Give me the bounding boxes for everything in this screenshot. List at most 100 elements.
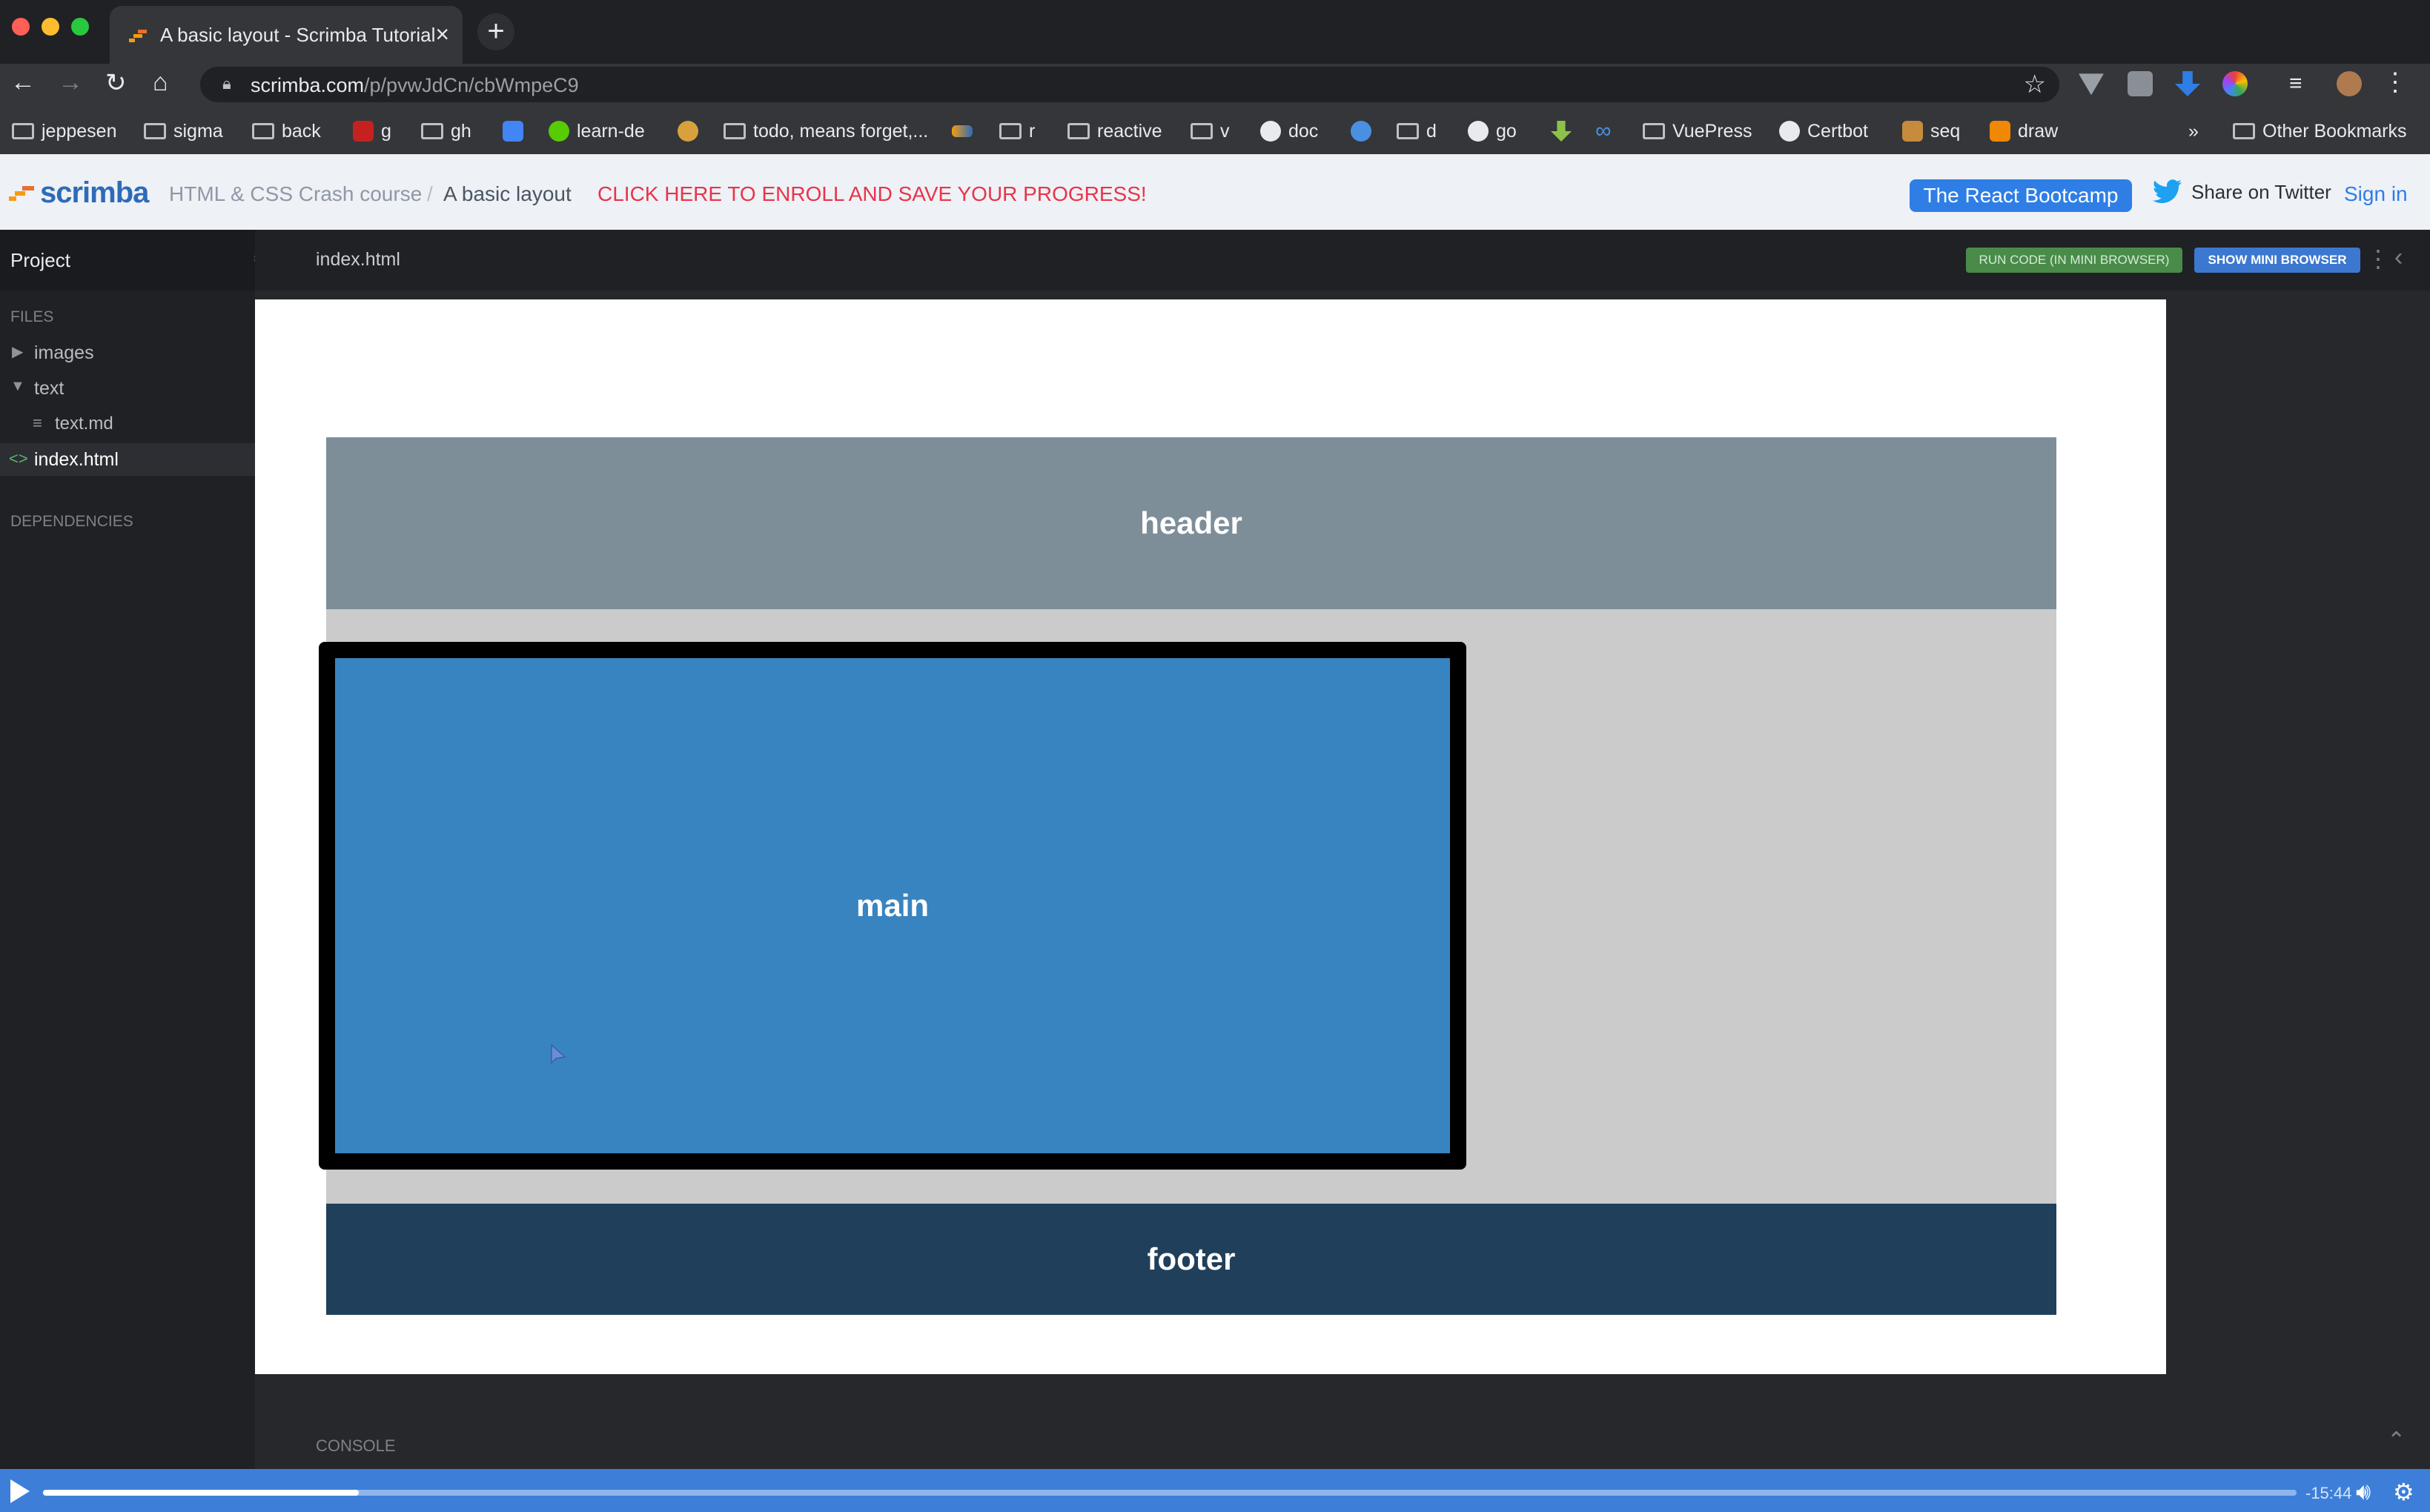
- google-translate-icon: [503, 121, 523, 142]
- address-url: scrimba.com/p/pvwJdCn/cbWmpeC9: [251, 74, 579, 97]
- show-mini-browser-button[interactable]: SHOW MINI BROWSER: [2194, 248, 2360, 273]
- bookmark-label: reactive: [1097, 120, 1162, 142]
- share-twitter-button[interactable]: Share on Twitter: [2153, 179, 2331, 205]
- face-icon: [678, 121, 698, 142]
- folder-icon: [252, 123, 274, 139]
- url-host: scrimba.com: [251, 74, 365, 96]
- sidebar-item-text[interactable]: ▼ text: [0, 374, 255, 403]
- bookmark-download-arrow[interactable]: [1551, 119, 1572, 144]
- bookmarks-overflow-button[interactable]: »: [2188, 119, 2199, 144]
- certbot-icon: [1779, 121, 1800, 142]
- bookmark-certbot[interactable]: Certbot: [1779, 119, 1868, 144]
- bookmark-sigma[interactable]: sigma: [144, 119, 223, 144]
- bookmark-label: back: [282, 120, 321, 142]
- bookmark-star-icon[interactable]: ☆: [2024, 70, 2046, 99]
- profile-avatar[interactable]: [2337, 71, 2362, 96]
- more-options-icon[interactable]: ⋮: [2366, 245, 2390, 273]
- back-icon[interactable]: ←: [10, 68, 36, 97]
- sidebar-item-label: text.md: [55, 414, 113, 434]
- expand-console-chevron-icon[interactable]: ⌃: [2387, 1428, 2406, 1453]
- console-panel[interactable]: [288, 1402, 2430, 1468]
- player-settings-gear-icon[interactable]: ⚙: [2393, 1478, 2414, 1506]
- browser-tab-active[interactable]: A basic layout - Scrimba Tutorial ×: [110, 6, 463, 64]
- color-picker-extension-icon[interactable]: [2222, 71, 2248, 96]
- progress-track[interactable]: [43, 1490, 2297, 1496]
- sidebar-item-index-html[interactable]: <> index.html: [0, 443, 255, 476]
- run-code-button[interactable]: RUN CODE (IN MINI BROWSER): [1966, 248, 2182, 273]
- bookmark-label: Other Bookmarks: [2262, 120, 2407, 142]
- bookmark-draw[interactable]: draw: [1990, 119, 2058, 144]
- bookmark-vuepress[interactable]: VuePress: [1643, 119, 1752, 144]
- bookmark-label: g: [381, 120, 391, 142]
- sign-in-link[interactable]: Sign in: [2344, 182, 2408, 206]
- home-icon[interactable]: ⌂: [153, 68, 168, 97]
- globe-icon: [1468, 121, 1489, 142]
- bookmark-r[interactable]: r: [999, 119, 1035, 144]
- bookmark-scrimba[interactable]: [952, 119, 973, 144]
- bookmark-label: draw: [2018, 120, 2059, 142]
- infinity-icon: ∞: [1595, 119, 1612, 143]
- sidebar-item-images[interactable]: ▶ images: [0, 338, 255, 368]
- new-tab-button[interactable]: +: [477, 13, 514, 50]
- preview-main-box: main: [319, 642, 1466, 1170]
- bookmark-back[interactable]: back: [252, 119, 321, 144]
- bookmark-label: Certbot: [1807, 120, 1868, 142]
- breadcrumb-course[interactable]: HTML & CSS Crash course: [169, 182, 422, 206]
- files-section-label: FILES: [10, 308, 54, 325]
- duolingo-icon: [549, 121, 569, 142]
- bookmark-label: VuePress: [1672, 120, 1752, 142]
- editor-filename-tab[interactable]: index.html: [316, 249, 400, 271]
- scrimba-logo[interactable]: scrimba: [9, 176, 149, 210]
- time-remaining: -15:44: [2305, 1484, 2352, 1502]
- bookmark-g[interactable]: g: [353, 119, 391, 144]
- bookmark-reactive[interactable]: reactive: [1067, 119, 1162, 144]
- progress-fill: [43, 1490, 359, 1496]
- enroll-link[interactable]: CLICK HERE TO ENROLL AND SAVE YOUR PROGR…: [597, 182, 1147, 206]
- bookmark-infinity[interactable]: ∞: [1595, 119, 1611, 144]
- preview-footer-box: footer: [326, 1204, 2056, 1315]
- collapse-panel-chevron-icon[interactable]: ‹: [2394, 243, 2403, 272]
- bookmark-d[interactable]: d: [1397, 119, 1437, 144]
- close-tab-icon[interactable]: ×: [435, 21, 449, 48]
- react-bootcamp-button[interactable]: The React Bootcamp: [1910, 179, 2132, 212]
- bookmark-learn-de[interactable]: learn-de: [549, 119, 645, 144]
- drawio-icon: [1990, 121, 2010, 142]
- bookmark-go[interactable]: go: [1468, 119, 1517, 144]
- address-bar[interactable]: 🔒︎ scrimba.com/p/pvwJdCn/cbWmpeC9 ☆: [200, 67, 2059, 102]
- twitter-icon: [2153, 179, 2182, 203]
- sidebar-title: Project: [10, 249, 70, 271]
- bookmark-doc[interactable]: doc: [1260, 119, 1318, 144]
- play-icon[interactable]: [7, 1478, 31, 1505]
- tab-title: A basic layout - Scrimba Tutorial: [160, 24, 436, 46]
- briefcase-extension-icon[interactable]: [2128, 71, 2153, 96]
- folder-icon: [999, 123, 1022, 139]
- chevron-right-icon: ▶: [12, 344, 24, 360]
- bookmark-label: gh: [451, 120, 471, 142]
- close-window-button[interactable]: [12, 18, 30, 36]
- bookmark-seq[interactable]: seq: [1902, 119, 1960, 144]
- bookmark-todo[interactable]: todo, means forget,...: [724, 119, 928, 144]
- sidebar-item-label: index.html: [34, 449, 119, 470]
- bookmark-v[interactable]: v: [1191, 119, 1230, 144]
- share-twitter-label: Share on Twitter: [2191, 180, 2331, 203]
- bookmark-jeppesen[interactable]: jeppesen: [12, 119, 116, 144]
- volume-icon[interactable]: 🔊︎: [2356, 1478, 2371, 1506]
- bookmark-label: go: [1496, 120, 1517, 142]
- bookmark-translate[interactable]: [503, 119, 523, 144]
- browser-menu-icon[interactable]: ⋮: [2383, 70, 2408, 96]
- forward-icon[interactable]: →: [58, 68, 83, 97]
- bookmark-sync[interactable]: [1351, 119, 1371, 144]
- media-control-icon[interactable]: ≡: [2289, 71, 2314, 96]
- sidebar-item-text-md[interactable]: ≡ text.md: [0, 409, 255, 439]
- bookmark-emoji[interactable]: [678, 119, 698, 144]
- maximize-window-button[interactable]: [71, 18, 89, 36]
- folder-icon: [1397, 123, 1419, 139]
- preview-header-box: header: [326, 437, 2056, 609]
- bookmark-gh[interactable]: gh: [421, 119, 471, 144]
- bookmark-label: jeppesen: [42, 120, 117, 142]
- minimize-window-button[interactable]: [42, 18, 59, 36]
- other-bookmarks[interactable]: Other Bookmarks: [2233, 119, 2407, 144]
- reload-icon[interactable]: ↻: [105, 68, 127, 98]
- breadcrumb-separator: /: [427, 182, 433, 205]
- sync-icon: [1351, 121, 1371, 142]
